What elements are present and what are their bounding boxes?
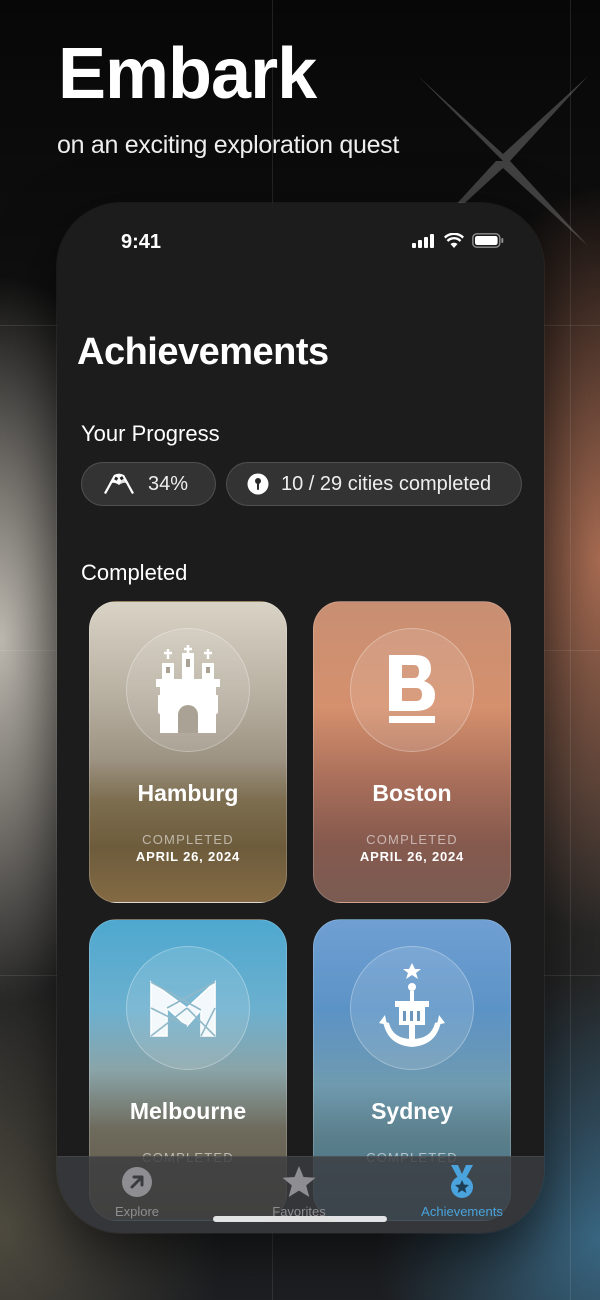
star-icon bbox=[282, 1166, 316, 1197]
card-date: APRIL 26, 2024 bbox=[135, 849, 241, 864]
page-title: Achievements bbox=[77, 331, 329, 373]
card-city-name: Melbourne bbox=[129, 1098, 247, 1124]
sydney-anchor-icon bbox=[379, 963, 445, 1047]
achievement-card-hamburg[interactable]: Hamburg COMPLETED APRIL 26, 2024 bbox=[89, 601, 287, 903]
medal-icon bbox=[451, 1165, 473, 1198]
checkered-flags-icon bbox=[104, 473, 134, 494]
tab-label: Explore bbox=[114, 1204, 160, 1219]
progress-heading: Your Progress bbox=[81, 421, 220, 446]
location-pin-icon bbox=[247, 473, 269, 495]
boston-emblem bbox=[350, 628, 474, 752]
sydney-emblem bbox=[350, 946, 474, 1070]
compass-arrow-icon bbox=[122, 1167, 152, 1197]
status-bar: 9:41 bbox=[57, 203, 544, 273]
card-status: COMPLETED bbox=[142, 832, 234, 847]
boston-b-icon bbox=[389, 655, 435, 723]
tab-label: Achievements bbox=[421, 1204, 503, 1219]
tab-explore[interactable]: Explore bbox=[67, 1165, 207, 1219]
hamburg-castle-icon bbox=[156, 645, 220, 733]
home-indicator[interactable] bbox=[213, 1216, 387, 1222]
hamburg-emblem bbox=[126, 628, 250, 752]
phone-frame: 9:41 Achievements Your Progress 34% 10 /… bbox=[57, 203, 544, 1233]
tab-achievements[interactable]: Achievements bbox=[392, 1165, 532, 1219]
card-status: COMPLETED bbox=[366, 832, 458, 847]
hero-title: Embark bbox=[58, 34, 317, 114]
cellular-signal-icon bbox=[412, 233, 434, 248]
status-time: 9:41 bbox=[121, 231, 162, 253]
completed-heading: Completed bbox=[81, 560, 188, 585]
melbourne-m-icon bbox=[150, 980, 216, 1037]
card-date: APRIL 26, 2024 bbox=[359, 849, 465, 864]
tab-bar: Explore Favorites Achievements bbox=[57, 1156, 544, 1233]
status-icons bbox=[412, 233, 504, 248]
progress-percent: 34% bbox=[148, 472, 189, 495]
card-city-name: Boston bbox=[372, 780, 452, 806]
card-city-name: Sydney bbox=[371, 1098, 453, 1124]
melbourne-emblem bbox=[126, 946, 250, 1070]
cities-completed-pill: 10 / 29 cities completed bbox=[226, 462, 522, 506]
battery-icon bbox=[472, 233, 504, 248]
cities-completed-count: 10 / 29 cities completed bbox=[281, 472, 492, 495]
tab-favorites[interactable]: Favorites bbox=[229, 1165, 369, 1219]
wifi-icon bbox=[444, 233, 464, 248]
hero-subtitle: on an exciting exploration quest bbox=[57, 131, 400, 159]
progress-percent-pill: 34% bbox=[81, 462, 216, 506]
achievement-card-boston[interactable]: Boston COMPLETED APRIL 26, 2024 bbox=[313, 601, 511, 903]
card-city-name: Hamburg bbox=[137, 780, 239, 806]
